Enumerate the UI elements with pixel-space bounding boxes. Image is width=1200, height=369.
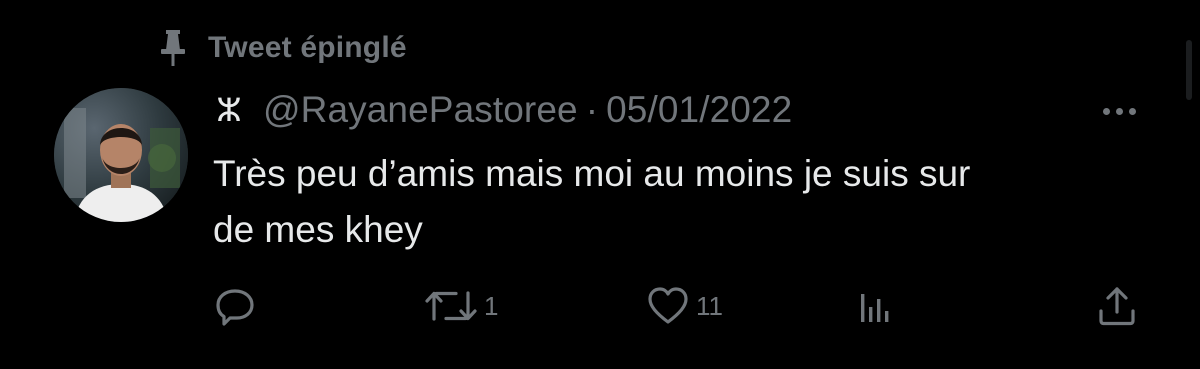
views-button[interactable] <box>858 278 892 334</box>
tweet-actions: 1 11 <box>0 278 1200 334</box>
retweet-icon <box>425 291 477 321</box>
like-count: 11 <box>696 290 723 321</box>
pinned-tweet[interactable]: Tweet épinglé ⵣ @RayanePastoree · 05/01/… <box>0 0 1200 369</box>
more-dot-icon <box>1128 107 1136 115</box>
reply-button[interactable] <box>214 278 256 334</box>
like-button[interactable]: 11 <box>646 278 723 334</box>
pinned-indicator: Tweet épinglé <box>158 28 407 68</box>
meta-separator: · <box>585 89 599 130</box>
heart-icon <box>648 287 688 324</box>
more-dot-icon <box>1102 107 1110 115</box>
scrollbar[interactable] <box>1186 40 1192 100</box>
more-options-button[interactable] <box>1096 98 1142 124</box>
tweet-text: Très peu d’amis mais moi au moins je sui… <box>213 153 971 250</box>
pin-icon <box>161 30 185 66</box>
share-icon <box>1099 287 1135 326</box>
retweet-count: 1 <box>484 290 499 321</box>
views-icon <box>861 294 889 322</box>
share-button[interactable] <box>1096 278 1138 334</box>
avatar-photo <box>54 88 188 222</box>
tweet-header: ⵣ @RayanePastoree · 05/01/2022 <box>213 85 792 135</box>
pinned-label: Tweet épinglé <box>208 31 407 64</box>
display-name[interactable]: ⵣ <box>213 94 245 126</box>
reply-icon <box>216 289 254 326</box>
avatar[interactable] <box>54 88 188 222</box>
tweet-date[interactable]: 05/01/2022 <box>606 89 792 131</box>
more-dot-icon <box>1115 107 1123 115</box>
retweet-button[interactable]: 1 <box>424 278 498 334</box>
user-handle[interactable]: @RayanePastoree <box>263 89 578 131</box>
